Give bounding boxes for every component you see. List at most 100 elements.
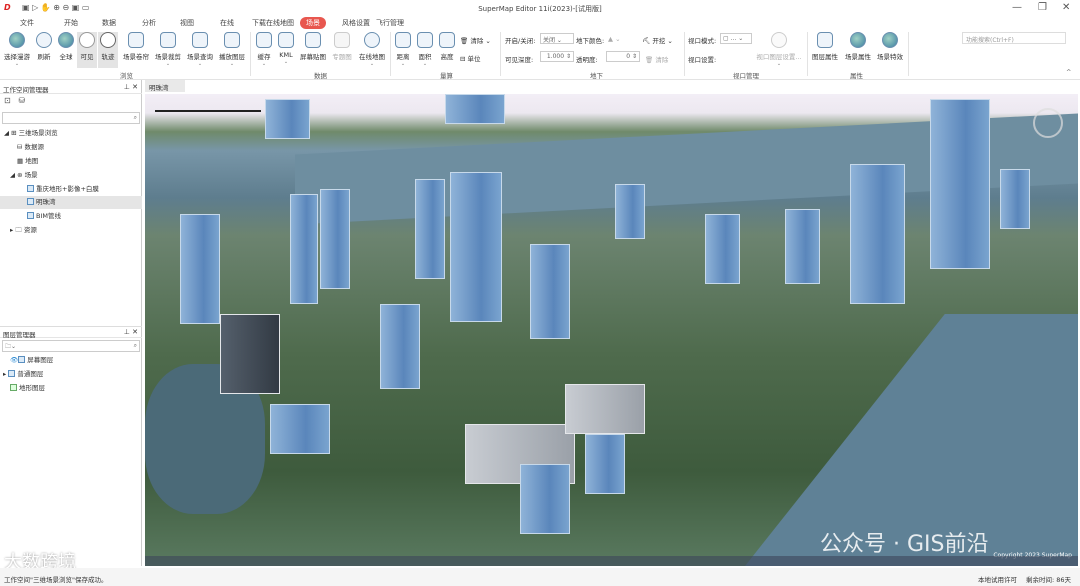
group-label-properties: 属性 <box>850 72 863 80</box>
full-globe-button[interactable]: 全球 <box>56 32 76 61</box>
minimize-button[interactable]: — <box>1012 2 1022 13</box>
distance-button[interactable]: 距离 ⌄ <box>393 32 413 67</box>
map-tab[interactable]: 明珠湾 <box>145 80 185 92</box>
tab-download-map[interactable]: 下载在线地图 <box>246 17 300 29</box>
building <box>180 214 220 324</box>
building <box>530 244 570 339</box>
building <box>585 434 625 494</box>
layer-item-terrain[interactable]: 地形图层 <box>0 382 142 395</box>
scene-query-button[interactable]: 场景查询 ⌄ <box>185 32 215 67</box>
height-button[interactable]: 高度 <box>437 32 457 61</box>
tree-item-scene[interactable]: BIM管线 <box>0 210 142 223</box>
building <box>520 464 570 534</box>
online-map-button[interactable]: 在线地图 ⌄ <box>356 32 388 67</box>
scene-swipe-button[interactable]: 场景卷帘 <box>121 32 151 61</box>
scale-slider[interactable] <box>155 110 261 112</box>
tree-item-datasources[interactable]: ⛁ 数据源 <box>0 141 142 154</box>
tab-file[interactable]: 文件 <box>14 17 40 29</box>
workspace-search-input[interactable]: ⌕ <box>2 112 140 124</box>
kml-button[interactable]: KML ⌄ <box>276 32 296 65</box>
tab-view[interactable]: 视图 <box>174 17 200 29</box>
unit-button[interactable]: ⊟ 单位 <box>460 53 481 63</box>
workspace-toolbar[interactable]: ⊡ ⛁ <box>4 96 25 105</box>
building <box>705 214 740 284</box>
tab-scene[interactable]: 场景 <box>300 17 326 29</box>
screen-image-icon <box>305 32 321 48</box>
left-panel: 工作空间管理器 ⊥ ✕ ⊡ ⛁ ⌕ ◢ ⊞ 三维场景浏览 ⛁ 数据源 ▦ 地图 ◢… <box>0 80 142 566</box>
tab-analysis[interactable]: 分析 <box>136 17 162 29</box>
compass-navigation[interactable] <box>1033 108 1063 138</box>
layer-manager-header: 图层管理器 ⊥ ✕ <box>0 326 142 339</box>
restore-button[interactable]: ❐ <box>1038 2 1047 13</box>
select-roam-button[interactable]: 选择漫游 ⌄ <box>3 32 31 67</box>
cache-icon <box>256 32 272 48</box>
building <box>785 209 820 284</box>
layer-item-screen[interactable]: 👁 屏幕图层 <box>0 354 142 367</box>
globe-info-icon <box>850 32 866 48</box>
close-button[interactable]: ✕ <box>1062 2 1070 13</box>
opacity-label: 透明度: <box>576 56 598 64</box>
tree-item-resources[interactable]: ▸ 🗀 资源 <box>0 224 142 237</box>
cache-button[interactable]: 缓存 ⌄ <box>254 32 274 67</box>
globe-cursor-icon <box>9 32 25 48</box>
scene-clip-button[interactable]: 场景裁剪 ⌄ <box>153 32 183 67</box>
building <box>615 184 645 239</box>
building <box>265 99 310 139</box>
pin-close-icons[interactable]: ⊥ ✕ <box>124 83 138 91</box>
viewport-mode-select[interactable]: ▢ ... ⌄ <box>720 33 752 44</box>
scene-icon <box>27 185 34 192</box>
clear-underground-button: 🗑 清除 <box>645 56 669 64</box>
pin-close-icons[interactable]: ⊥ ✕ <box>124 328 138 336</box>
excavate-button[interactable]: ⛏ 开挖 ⌄ <box>642 35 673 45</box>
visible-depth-label: 可见深度: <box>505 56 534 64</box>
tab-online[interactable]: 在线 <box>214 17 240 29</box>
cloud-icon <box>364 32 380 48</box>
height-icon <box>439 32 455 48</box>
building <box>220 314 280 394</box>
scene-properties-button[interactable]: 场景属性 <box>843 32 873 61</box>
building <box>380 304 420 389</box>
tab-data[interactable]: 数据 <box>96 17 122 29</box>
group-label-measure: 量算 <box>440 72 453 80</box>
scene-icon <box>27 212 34 219</box>
tab-flight[interactable]: 飞行管理 <box>370 17 410 29</box>
layer-properties-button[interactable]: 图层属性 <box>810 32 840 61</box>
layer-icon <box>8 370 16 377</box>
tree-item-scenes[interactable]: ◢ ⊛ 场景 <box>0 169 142 182</box>
track-button[interactable]: 轨迹 <box>98 32 118 68</box>
group-label-browse: 浏览 <box>120 72 133 80</box>
refresh-button[interactable]: 刷新 <box>34 32 54 61</box>
opacity-input[interactable]: 0 ⇕ <box>606 51 640 62</box>
visible-depth-input[interactable]: 1.000 ⇕ <box>540 51 574 62</box>
kml-icon <box>278 32 294 48</box>
underground-onoff-select[interactable]: 关闭 ⌄ <box>540 33 574 44</box>
building <box>450 172 502 322</box>
screen-overlay-button[interactable]: 屏幕贴图 <box>298 32 328 61</box>
visible-button[interactable]: 可见 <box>77 32 97 68</box>
collapse-ribbon-button[interactable]: ^ <box>1066 68 1071 76</box>
tree-item-maps[interactable]: ▦ 地图 <box>0 155 142 168</box>
underground-onoff-label: 开启/关闭: <box>505 37 536 45</box>
ribbon-tabs: 文件 开始 数据 分析 视图 在线 下载在线地图 场景 风格设置 飞行管理 功能… <box>0 16 1080 44</box>
building <box>1000 169 1030 229</box>
tree-item-scene[interactable]: 重庆地形+影像+白膜 <box>0 183 142 196</box>
watermark: 公众号 · GIS前沿 <box>820 532 989 557</box>
workspace-manager-header: 工作空间管理器 ⊥ ✕ <box>0 82 142 94</box>
layer-item-normal[interactable]: ▸ 普通图层 <box>0 368 142 381</box>
area-button[interactable]: 面积 ⌄ <box>415 32 435 67</box>
status-bar: 工作空间"三维场景浏览"保存成功。 本地试用许可 剩余时间: 86天 <box>0 568 1080 586</box>
tree-item-workspace[interactable]: ◢ ⊞ 三维场景浏览 <box>0 127 142 140</box>
scene-effects-button[interactable]: 场景特效 <box>875 32 905 61</box>
tree-item-scene-selected[interactable]: 明珠湾 <box>0 196 142 209</box>
building <box>850 164 905 304</box>
layer-search-input[interactable]: 🗀⌄ ⌕ <box>2 340 140 352</box>
sun-icon <box>79 32 95 48</box>
play-layer-button[interactable]: 播放图层 ⌄ <box>217 32 247 67</box>
building <box>445 94 505 124</box>
scene-3d-view[interactable]: Copyright 2023 SuperMap <box>145 94 1078 566</box>
color-picker[interactable]: ▲ ⌄ <box>608 35 621 43</box>
group-label-data: 数据 <box>314 72 327 80</box>
group-label-underground: 地下 <box>590 72 603 80</box>
tab-start[interactable]: 开始 <box>58 17 84 29</box>
clear-measure-button[interactable]: 🗑 清除 ⌄ <box>460 35 491 45</box>
